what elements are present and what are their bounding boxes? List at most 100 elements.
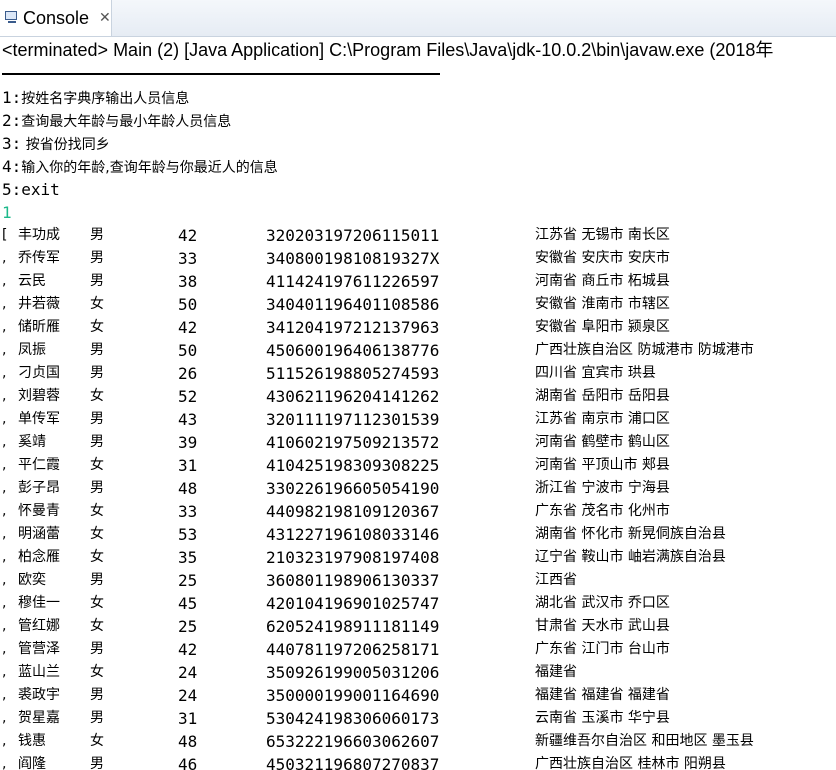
person-prefix: , [2,250,7,266]
person-row: , 奚靖 男 39 410602197509213572 河南省 鹤壁市 鹤山区 [0,431,836,454]
menu-option-number: 5: [2,180,22,199]
person-prefix: , [2,595,7,611]
person-addr: 云南省 玉溪市 华宁县 [535,710,670,726]
person-gender: 男 [90,411,104,427]
person-gender: 男 [90,572,104,588]
console-separator [2,73,440,75]
person-prefix: , [2,572,7,588]
person-id: 450600196406138776 [266,341,440,360]
person-gender: 女 [90,503,104,519]
person-prefix: , [2,733,7,749]
person-prefix: , [2,618,7,634]
person-id: 431227196108033146 [266,525,440,544]
person-name: 裘政宇 [18,687,60,703]
person-addr: 福建省 [535,664,577,680]
person-prefix: , [2,411,7,427]
person-age: 31 [178,709,198,728]
person-gender: 男 [90,273,104,289]
person-name: 丰功成 [18,227,60,243]
person-age: 42 [178,226,198,245]
person-name: 乔传军 [18,250,60,266]
person-age: 25 [178,571,198,590]
person-gender: 男 [90,227,104,243]
person-age: 43 [178,410,198,429]
person-row: , 平仁霞 女 31 410425198309308225 河南省 平顶山市 郏县 [0,454,836,477]
person-name: 凤振 [18,342,46,358]
person-id: 320203197206115011 [266,226,440,245]
person-addr: 广西壮族自治区 防城港市 防城港市 [535,342,754,358]
person-addr: 江苏省 无锡市 南长区 [535,227,670,243]
person-prefix: , [2,342,7,358]
person-row: , 柏念雁 女 35 210323197908197408 辽宁省 鞍山市 岫岩满族自治县 [0,546,836,569]
person-gender: 女 [90,618,104,634]
person-row: , 明涵蕾 女 53 431227196108033146 湖南省 怀化市 新晃侗族自治县 [0,523,836,546]
person-addr: 辽宁省 鞍山市 岫岩满族自治县 [535,549,726,565]
person-prefix: , [2,388,7,404]
process-status-line: <terminated> Main (2) [Java Application]… [2,40,774,60]
tab-console[interactable]: Console ✕ [0,0,112,36]
person-prefix: , [2,365,7,381]
person-addr: 湖南省 怀化市 新晃侗族自治县 [535,526,726,542]
person-name: 云民 [18,273,46,289]
person-id: 620524198911181149 [266,617,440,636]
view-tab-bar: Console ✕ [0,0,836,37]
person-age: 48 [178,479,198,498]
person-gender: 女 [90,319,104,335]
person-age: 52 [178,387,198,406]
menu-options: 1:按姓名字典序输出人员信息 2:查询最大年龄与最小年龄人员信息 3: 按省份找同乡… [0,86,836,201]
person-addr: 广东省 茂名市 化州市 [535,503,670,519]
person-id: 511526198805274593 [266,364,440,383]
person-name: 奚靖 [18,434,46,450]
person-age: 42 [178,318,198,337]
menu-option: 5:exit [0,178,836,201]
console-output[interactable]: 1:按姓名字典序输出人员信息 2:查询最大年龄与最小年龄人员信息 3: 按省份找同乡… [0,86,836,770]
person-prefix: , [2,296,7,312]
person-prefix: , [2,526,7,542]
person-row: , 云民 男 38 411424197611226597 河南省 商丘市 柘城县 [0,270,836,293]
menu-option-text: 查询最大年龄与最小年龄人员信息 [21,114,232,130]
person-gender: 男 [90,687,104,703]
person-addr: 河南省 平顶山市 郏县 [535,457,670,473]
person-row: , 储昕雁 女 42 341204197212137963 安徽省 阜阳市 颍泉区 [0,316,836,339]
person-name: 储昕雁 [18,319,60,335]
person-id: 330226196605054190 [266,479,440,498]
person-row: , 裘政宇 男 24 350000199001164690 福建省 福建省 福建省 [0,684,836,707]
menu-option-number: 2: [2,111,22,130]
user-input-echo: 1 [2,203,12,222]
person-id: 341204197212137963 [266,318,440,337]
menu-option: 1:按姓名字典序输出人员信息 [0,86,836,109]
person-age: 38 [178,272,198,291]
person-addr: 安徽省 安庆市 安庆市 [535,250,670,266]
person-addr: 福建省 福建省 福建省 [535,687,670,703]
person-gender: 男 [90,365,104,381]
person-id: 350000199001164690 [266,686,440,705]
person-addr: 湖北省 武汉市 乔口区 [535,595,670,611]
person-row: , 阎隆 男 46 450321196807270837 广西壮族自治区 桂林市 阳朔县 [0,753,836,770]
person-row: , 管红娜 女 25 620524198911181149 甘肃省 天水市 武山县 [0,615,836,638]
person-addr: 安徽省 淮南市 市辖区 [535,296,670,312]
person-gender: 女 [90,526,104,542]
person-name: 刘碧蓉 [18,388,60,404]
menu-option-number: 3: [2,134,22,153]
menu-option-text: 输入你的年龄,查询年龄与你最近人的信息 [21,160,278,176]
person-row: , 蓝山兰 女 24 350926199005031206 福建省 [0,661,836,684]
person-id: 210323197908197408 [266,548,440,567]
person-addr: 新疆维吾尔自治区 和田地区 墨玉县 [535,733,754,749]
person-addr: 广东省 江门市 台山市 [535,641,670,657]
close-icon[interactable]: ✕ [99,10,111,26]
person-id: 420104196901025747 [266,594,440,613]
person-id: 340401196401108586 [266,295,440,314]
person-prefix: , [2,549,7,565]
person-prefix: , [2,319,7,335]
person-prefix: , [2,664,7,680]
person-age: 31 [178,456,198,475]
person-id: 411424197611226597 [266,272,440,291]
person-prefix: , [2,687,7,703]
person-prefix: , [2,756,7,770]
person-age: 48 [178,732,198,751]
person-name: 钱惠 [18,733,46,749]
menu-option-text: exit [21,180,60,199]
person-row: [丰功成 男 42 320203197206115011 江苏省 无锡市 南长区 [0,224,836,247]
person-addr: 四川省 宜宾市 珙县 [535,365,656,381]
menu-option: 2:查询最大年龄与最小年龄人员信息 [0,109,836,132]
